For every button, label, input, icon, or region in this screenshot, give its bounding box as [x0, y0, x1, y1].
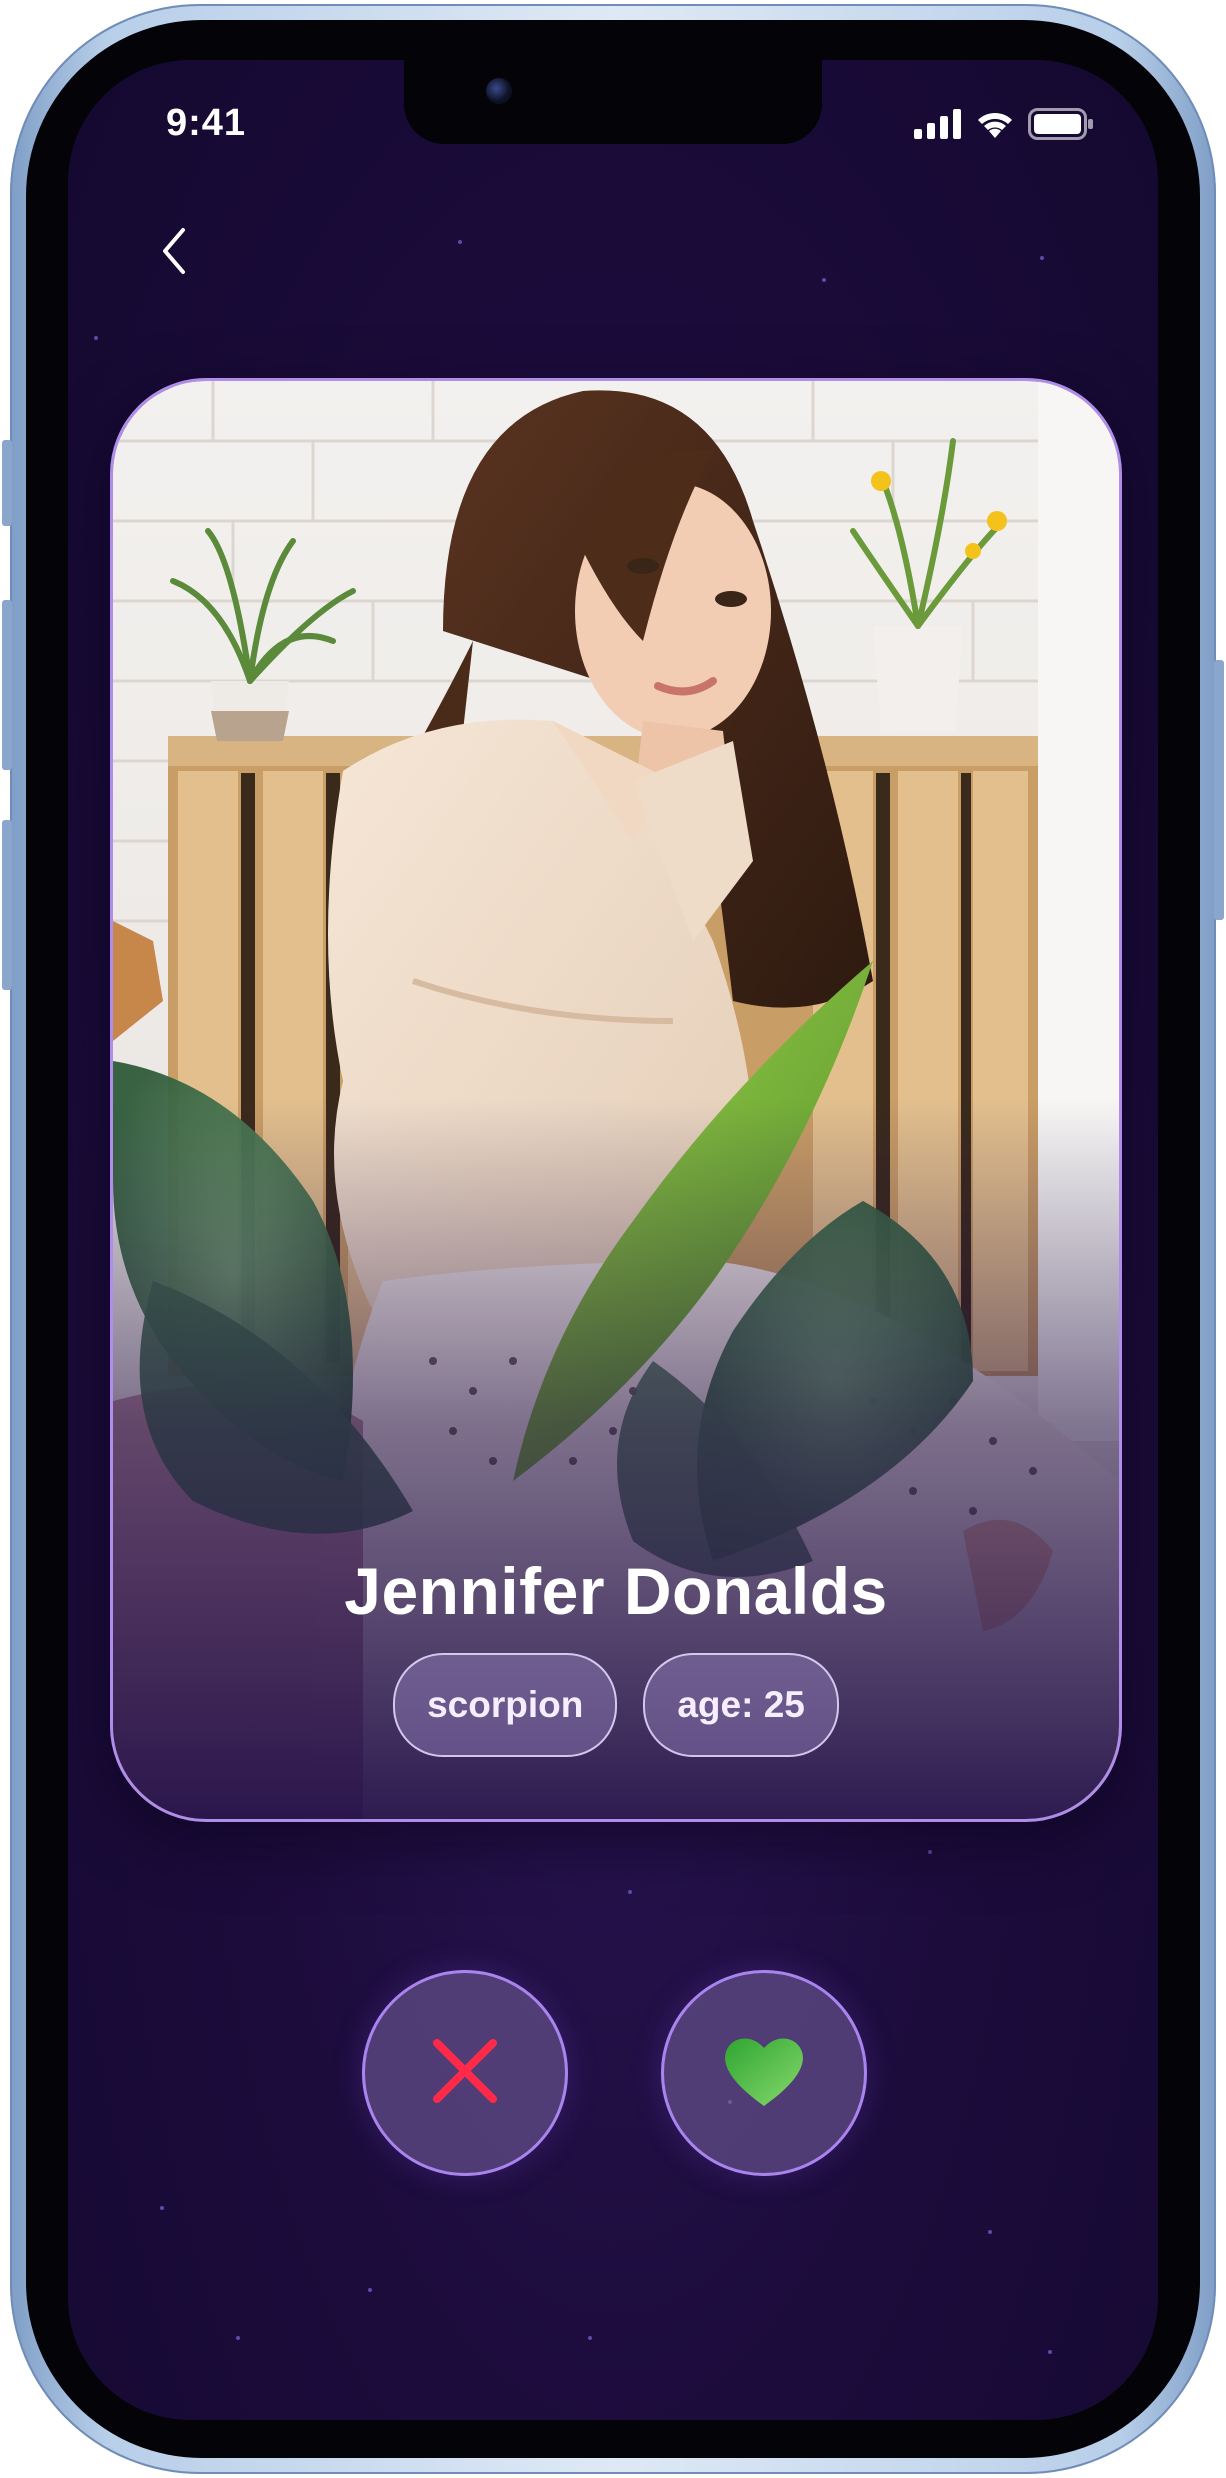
dislike-button[interactable] — [362, 1970, 568, 2176]
status-icons — [914, 108, 1094, 144]
background-star — [94, 336, 98, 340]
background-star — [988, 2230, 992, 2234]
zodiac-tag: scorpion — [393, 1653, 618, 1757]
background-star — [236, 2336, 240, 2340]
profile-name: Jennifer Donalds — [344, 1554, 888, 1628]
back-button[interactable] — [144, 218, 204, 288]
background-star — [928, 1850, 932, 1854]
background-star — [1048, 2350, 1052, 2354]
silent-switch — [2, 440, 12, 526]
front-camera — [486, 78, 512, 104]
heart-icon — [720, 2032, 808, 2114]
age-tag: age: 25 — [643, 1653, 839, 1757]
app-screen: 9:41 Jennifer Donalds scorpion age: 25 — [68, 60, 1158, 2420]
power-button — [1214, 660, 1224, 920]
background-star — [1040, 256, 1044, 260]
background-star — [368, 2288, 372, 2292]
background-star — [160, 2206, 164, 2210]
background-star — [458, 240, 462, 244]
profile-tags: scorpion age: 25 — [113, 1653, 1119, 1757]
camera-notch — [404, 60, 822, 144]
background-star — [628, 1890, 632, 1894]
profile-card[interactable]: Jennifer Donalds scorpion age: 25 — [110, 378, 1122, 1822]
cellular-signal-icon — [914, 109, 962, 143]
volume-down-button — [2, 820, 12, 990]
volume-up-button — [2, 600, 12, 770]
background-star — [822, 278, 826, 282]
like-button[interactable] — [661, 1970, 867, 2176]
chevron-left-icon — [159, 226, 189, 280]
battery-icon — [1028, 108, 1094, 144]
wifi-icon — [974, 108, 1016, 144]
status-time: 9:41 — [166, 102, 247, 144]
close-icon — [429, 2035, 501, 2111]
background-star — [588, 2336, 592, 2340]
